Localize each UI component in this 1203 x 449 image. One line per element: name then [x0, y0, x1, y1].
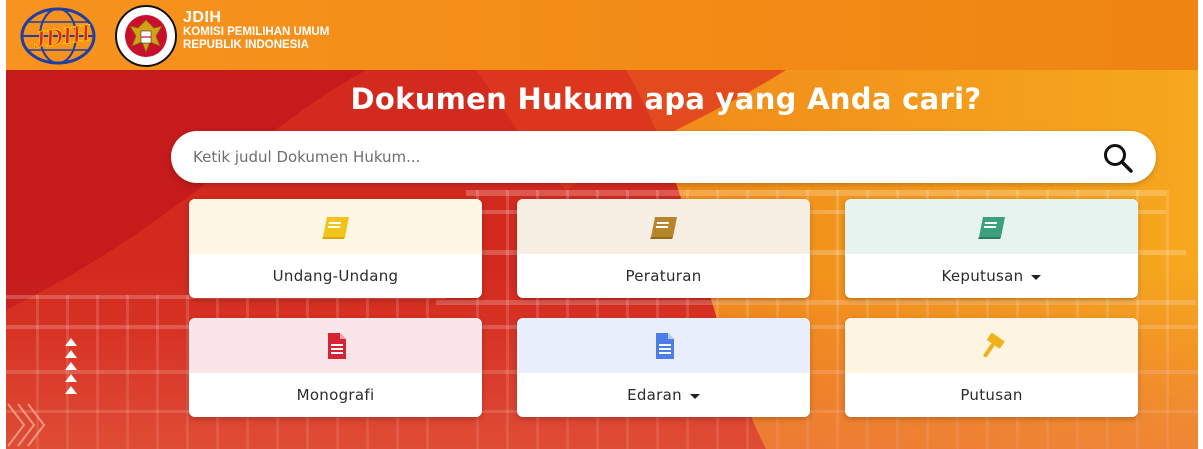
card-header	[517, 199, 810, 254]
category-card-peraturan[interactable]: Peraturan	[517, 199, 810, 298]
card-label: Monografi	[189, 373, 482, 417]
category-label-edaran: Edaran	[627, 386, 682, 404]
category-card-putusan[interactable]: Putusan	[845, 318, 1138, 417]
kpu-emblem-logo[interactable]	[110, 4, 182, 68]
brand-subtitle-line1: KOMISI PEMILIHAN UMUM	[183, 26, 330, 38]
hero-section: Dokumen Hukum apa yang Anda cari? Undang…	[6, 70, 1198, 449]
card-label: Keputusan	[845, 254, 1138, 298]
category-card-undang-undang[interactable]: Undang-Undang	[189, 199, 482, 298]
chevron-decoration-icon	[7, 403, 46, 447]
book-icon	[649, 217, 677, 239]
search-icon[interactable]	[1102, 142, 1134, 174]
site-header: JDIH JDIH KOMISI PEMILIHAN UMUM REPUBLIK…	[6, 0, 1198, 70]
document-icon	[327, 333, 346, 359]
page-frame: JDIH JDIH KOMISI PEMILIHAN UMUM REPUBLIK…	[6, 0, 1198, 449]
card-label: Putusan	[845, 373, 1138, 417]
brand-subtitle-line2: REPUBLIK INDONESIA	[183, 39, 309, 51]
gavel-icon	[982, 332, 1004, 358]
caret-down-icon[interactable]	[689, 393, 700, 399]
card-label: Undang-Undang	[189, 254, 482, 298]
card-header	[517, 318, 810, 373]
category-label-putusan: Putusan	[960, 386, 1023, 404]
jdih-logo[interactable]: JDIH	[18, 6, 110, 66]
jdih-logo-text: JDIH	[31, 20, 94, 54]
search-bar[interactable]	[171, 131, 1156, 183]
brand-title: JDIH	[183, 9, 222, 26]
category-label-keputusan: Keputusan	[941, 267, 1024, 285]
category-label-undang-undang: Undang-Undang	[272, 267, 399, 285]
card-label: Edaran	[517, 373, 810, 417]
document-icon	[655, 333, 674, 359]
brand-text: JDIH KOMISI PEMILIHAN UMUM REPUBLIK INDO…	[183, 10, 329, 52]
card-header	[845, 199, 1138, 254]
card-header	[189, 199, 482, 254]
caret-down-icon[interactable]	[1031, 274, 1042, 280]
category-card-keputusan[interactable]: Keputusan	[845, 199, 1138, 298]
search-input[interactable]	[193, 131, 1073, 183]
book-icon	[977, 217, 1005, 239]
book-icon	[321, 217, 349, 239]
category-label-monografi: Monografi	[296, 386, 375, 404]
category-card-monografi[interactable]: Monografi	[189, 318, 482, 417]
category-label-peraturan: Peraturan	[625, 267, 702, 285]
category-card-edaran[interactable]: Edaran	[517, 318, 810, 417]
card-label: Peraturan	[517, 254, 810, 298]
scroll-up-arrows-icon[interactable]	[64, 338, 78, 398]
card-header	[189, 318, 482, 373]
hero-title: Dokumen Hukum apa yang Anda cari?	[350, 82, 982, 116]
card-header	[845, 318, 1138, 373]
